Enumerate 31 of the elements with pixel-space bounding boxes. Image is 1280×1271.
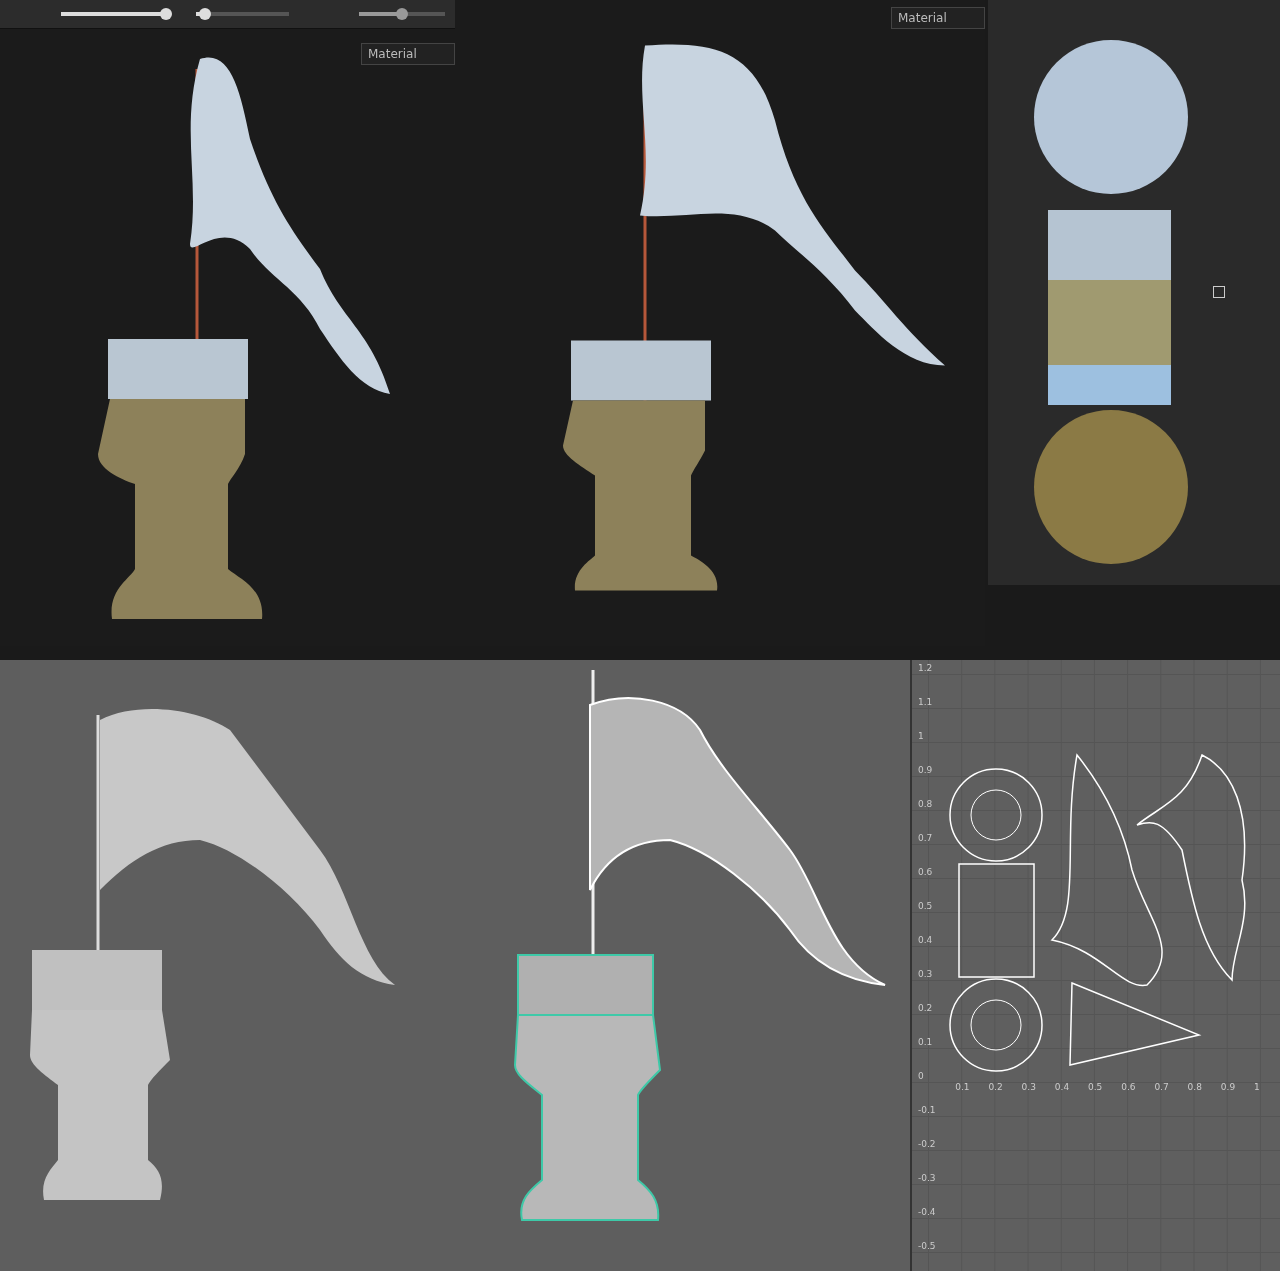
axis-tick-label: 0.8 (1187, 1082, 1202, 1092)
axis-tick-label: 0.3 (1021, 1082, 1036, 1092)
axis-tick-label: 1.1 (918, 697, 933, 707)
axis-tick-label: 0.9 (1220, 1082, 1236, 1092)
axis-tick-label: 0.5 (918, 901, 933, 911)
material-dropdown[interactable]: Material (891, 7, 985, 29)
axis-tick-label: -0.5 (918, 1241, 936, 1251)
axis-tick-label: 0.8 (918, 799, 933, 809)
axis-tick-label: 0.6 (1121, 1082, 1136, 1092)
axis-tick-label: 0.4 (1054, 1082, 1070, 1092)
axis-tick-label: 0 (918, 1071, 924, 1081)
axis-tick-label: -0.4 (918, 1207, 936, 1217)
axis-tick-label: 1 (918, 731, 924, 741)
axis-tick-label: -0.2 (918, 1139, 936, 1149)
axis-tick-label: -0.3 (918, 1173, 936, 1183)
checkbox[interactable] (1213, 286, 1225, 298)
axis-tick-label: 0.5 (1088, 1082, 1103, 1092)
axis-tick-label: 1 (1254, 1082, 1260, 1092)
axis-tick-label: 1.2 (918, 663, 933, 673)
material-dropdown[interactable]: Material (361, 43, 455, 65)
axis-tick-label: 0.2 (988, 1082, 1003, 1092)
axis-tick-label: 0.6 (918, 867, 933, 877)
axis-tick-label: 0.3 (918, 969, 933, 979)
axis-tick-label: 0.1 (955, 1082, 970, 1092)
axis-tick-label: 0.2 (918, 1003, 933, 1013)
axis-tick-label: 0.7 (918, 833, 933, 843)
axis-tick-label: 0.4 (918, 935, 933, 945)
axis-tick-label: 0.7 (1154, 1082, 1169, 1092)
axis-tick-label: 0.9 (918, 765, 933, 775)
axis-tick-label: 0.1 (918, 1037, 933, 1047)
axis-tick-label: -0.1 (918, 1105, 936, 1115)
